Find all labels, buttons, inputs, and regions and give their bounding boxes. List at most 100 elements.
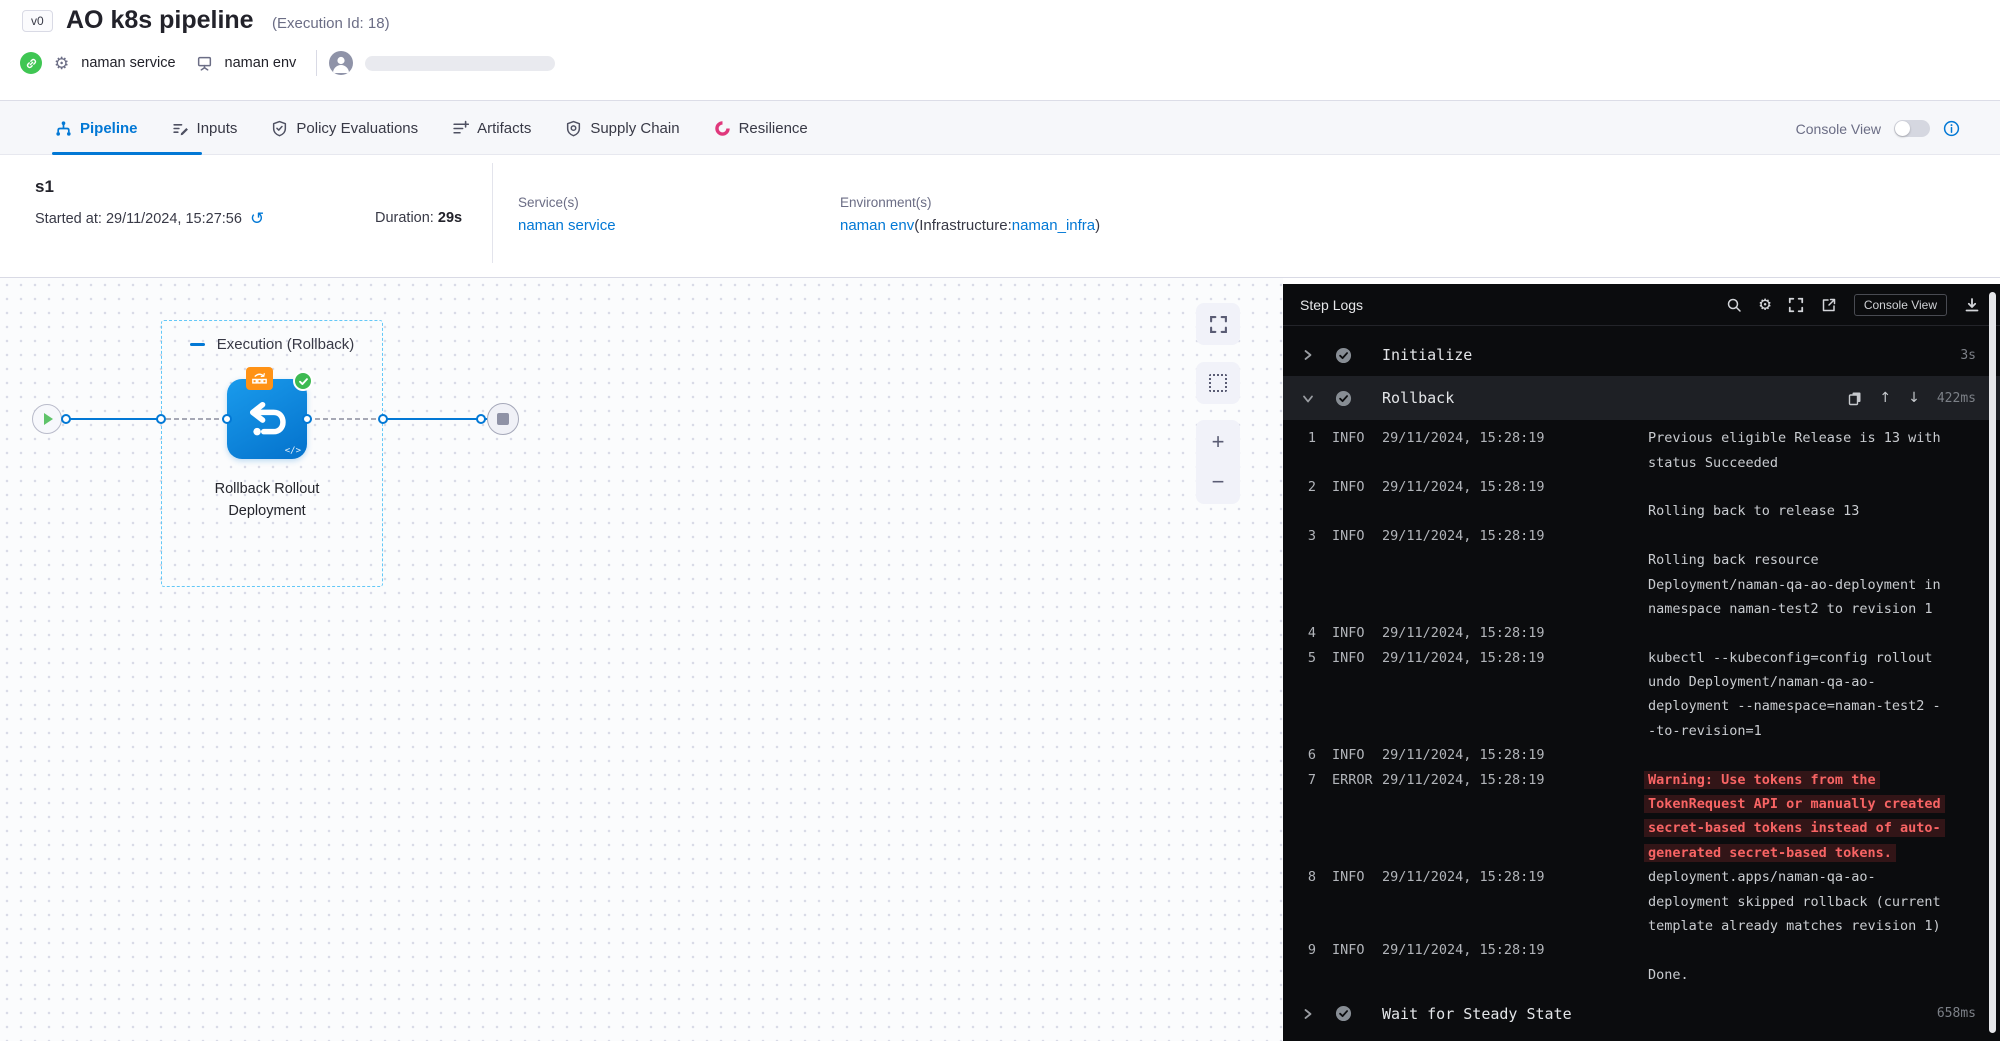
duration-value: 29s [438, 210, 462, 226]
tab-label: Inputs [197, 120, 238, 137]
log-message-text: Previous eligible Release is 13 with [1648, 430, 1941, 446]
tabs: Pipeline Inputs Policy E [55, 101, 808, 156]
header-divider [316, 50, 317, 76]
step-name: Rollback [1382, 389, 1454, 407]
log-message-text: Warning: Use tokens from the [1644, 771, 1880, 789]
tab-policy-evaluations[interactable]: Policy Evaluations [271, 120, 418, 137]
log-timestamp: 29/11/2024, 15:28:19 [1382, 430, 1632, 446]
environment-link[interactable]: naman env [840, 217, 914, 234]
console-view-toggle[interactable] [1894, 120, 1930, 137]
tab-resilience[interactable]: Resilience [714, 120, 808, 137]
tab-artifacts[interactable]: Artifacts [452, 120, 531, 137]
log-row: 2INFO29/11/2024, 15:28:19 [1300, 475, 2000, 499]
console-view-label: Console View [1796, 121, 1881, 137]
info-icon[interactable] [1943, 120, 1960, 137]
log-search-icon[interactable] [1726, 297, 1742, 313]
scroll-down-icon[interactable]: ↓ [1908, 390, 1920, 406]
log-message-text: -to-revision=1 [1648, 723, 1762, 739]
log-line-number: 8 [1300, 869, 1316, 885]
end-node[interactable] [487, 403, 519, 435]
log-open-external-icon[interactable] [1821, 297, 1837, 313]
step-node-label: Rollback Rollout Deployment [187, 478, 347, 522]
log-fullscreen-icon[interactable] [1788, 297, 1804, 313]
log-level: INFO [1332, 479, 1372, 495]
artifacts-icon [452, 120, 469, 137]
chevron-down-icon [1302, 393, 1314, 404]
log-settings-icon[interactable]: ⚙ [1759, 295, 1770, 314]
log-level: INFO [1332, 869, 1372, 885]
tab-label: Pipeline [80, 120, 138, 137]
infra-prefix: (Infrastructure: [914, 217, 1012, 234]
step-success-icon [1335, 1005, 1352, 1022]
log-row: 9INFO29/11/2024, 15:28:19 [1300, 938, 2000, 962]
rollback-step-node[interactable]: </> [227, 379, 307, 459]
service-link[interactable]: naman service [518, 217, 616, 234]
stage-duration: Duration: 29s [375, 210, 462, 226]
step-duration: 3s [1960, 348, 1976, 363]
step-row-rollback[interactable]: Rollback ↑ ↓ 422ms [1283, 376, 2000, 420]
log-scrollbar[interactable] [1989, 292, 1996, 1033]
log-message: deployment --namespace=naman-test2 - [1648, 698, 2000, 714]
log-row: 1INFO29/11/2024, 15:28:19Previous eligib… [1300, 426, 2000, 450]
zoom-in-button[interactable]: + [1196, 422, 1240, 462]
tab-inputs[interactable]: Inputs [172, 120, 238, 137]
log-row: 6INFO29/11/2024, 15:28:19 [1300, 743, 2000, 767]
resilience-icon [714, 120, 731, 137]
log-timestamp: 29/11/2024, 15:28:19 [1382, 869, 1632, 885]
step-duration: 658ms [1937, 1006, 1976, 1021]
start-node[interactable] [32, 404, 62, 434]
group-label: Execution (Rollback) [217, 336, 355, 353]
policy-shield-icon [271, 120, 288, 137]
copy-logs-icon[interactable] [1848, 391, 1862, 406]
step-row-wait-for-steady-state[interactable]: Wait for Steady State 658ms [1283, 993, 2000, 1035]
marquee-icon [1209, 374, 1227, 392]
log-message-text: namespace naman-test2 to revision 1 [1648, 601, 1932, 617]
tab-label: Resilience [739, 120, 808, 137]
log-row: 7ERROR29/11/2024, 15:28:19Warning: Use t… [1300, 767, 2000, 791]
log-timestamp: 29/11/2024, 15:28:19 [1382, 942, 1632, 958]
infra-suffix: ) [1095, 217, 1100, 234]
log-message: Rolling back resource [1648, 552, 2000, 568]
log-row: 3INFO29/11/2024, 15:28:19 [1300, 524, 2000, 548]
zoom-out-button[interactable]: − [1196, 462, 1240, 502]
log-row: Done. [1300, 963, 2000, 987]
log-message-text: deployment --namespace=naman-test2 - [1648, 698, 1941, 714]
gear-icon[interactable]: ⚙ [54, 55, 69, 72]
log-message-text: template already matches revision 1) [1648, 918, 1941, 934]
started-label: Started at: [35, 211, 102, 227]
log-row: 4INFO29/11/2024, 15:28:19 [1300, 621, 2000, 645]
canvas-select-button[interactable] [1196, 362, 1240, 404]
log-message-text: deployment.apps/naman-qa-ao- [1648, 869, 1876, 885]
stage-divider [492, 163, 493, 263]
tab-supply-chain[interactable]: Supply Chain [565, 120, 679, 137]
infrastructure-link[interactable]: naman_infra [1012, 217, 1095, 234]
canvas-fullscreen-button[interactable] [1196, 303, 1240, 345]
version-badge: v0 [22, 10, 53, 32]
log-message-text: undo Deployment/naman-qa-ao- [1648, 674, 1876, 690]
log-level: INFO [1332, 942, 1372, 958]
node-yaml-tag: </> [285, 446, 301, 456]
app-window: v0 AO k8s pipeline (Execution Id: 18) ⚙ … [0, 0, 2000, 1041]
user-avatar[interactable] [329, 51, 353, 75]
history-icon[interactable]: ↺ [250, 210, 264, 227]
connector-dot [222, 414, 232, 424]
environment-icon [196, 55, 213, 72]
log-message-text: Rolling back to release 13 [1648, 503, 1859, 519]
log-level: INFO [1332, 625, 1372, 641]
log-message-text: generated secret-based tokens. [1644, 844, 1896, 862]
log-console-view-button[interactable]: Console View [1854, 294, 1947, 316]
connector-dot [476, 414, 486, 424]
log-timestamp: 29/11/2024, 15:28:19 [1382, 747, 1632, 763]
log-download-icon[interactable] [1964, 297, 1980, 313]
scroll-up-icon[interactable]: ↑ [1879, 390, 1891, 406]
collapse-icon[interactable] [190, 343, 205, 346]
stage-info-bar: s1 Started at: 29/11/2024, 15:27:56 ↺ Du… [0, 155, 2000, 278]
pipeline-canvas[interactable]: Execution (Rollback) [0, 278, 1283, 1041]
log-message-text: deployment skipped rollback (current [1648, 894, 1941, 910]
stage-started: Started at: 29/11/2024, 15:27:56 ↺ [35, 210, 264, 227]
duration-label: Duration: [375, 210, 434, 226]
step-row-initialize[interactable]: Initialize 3s [1283, 334, 2000, 376]
log-level: INFO [1332, 747, 1372, 763]
tab-pipeline[interactable]: Pipeline [55, 120, 138, 137]
log-message-text: status Succeeded [1648, 455, 1778, 471]
